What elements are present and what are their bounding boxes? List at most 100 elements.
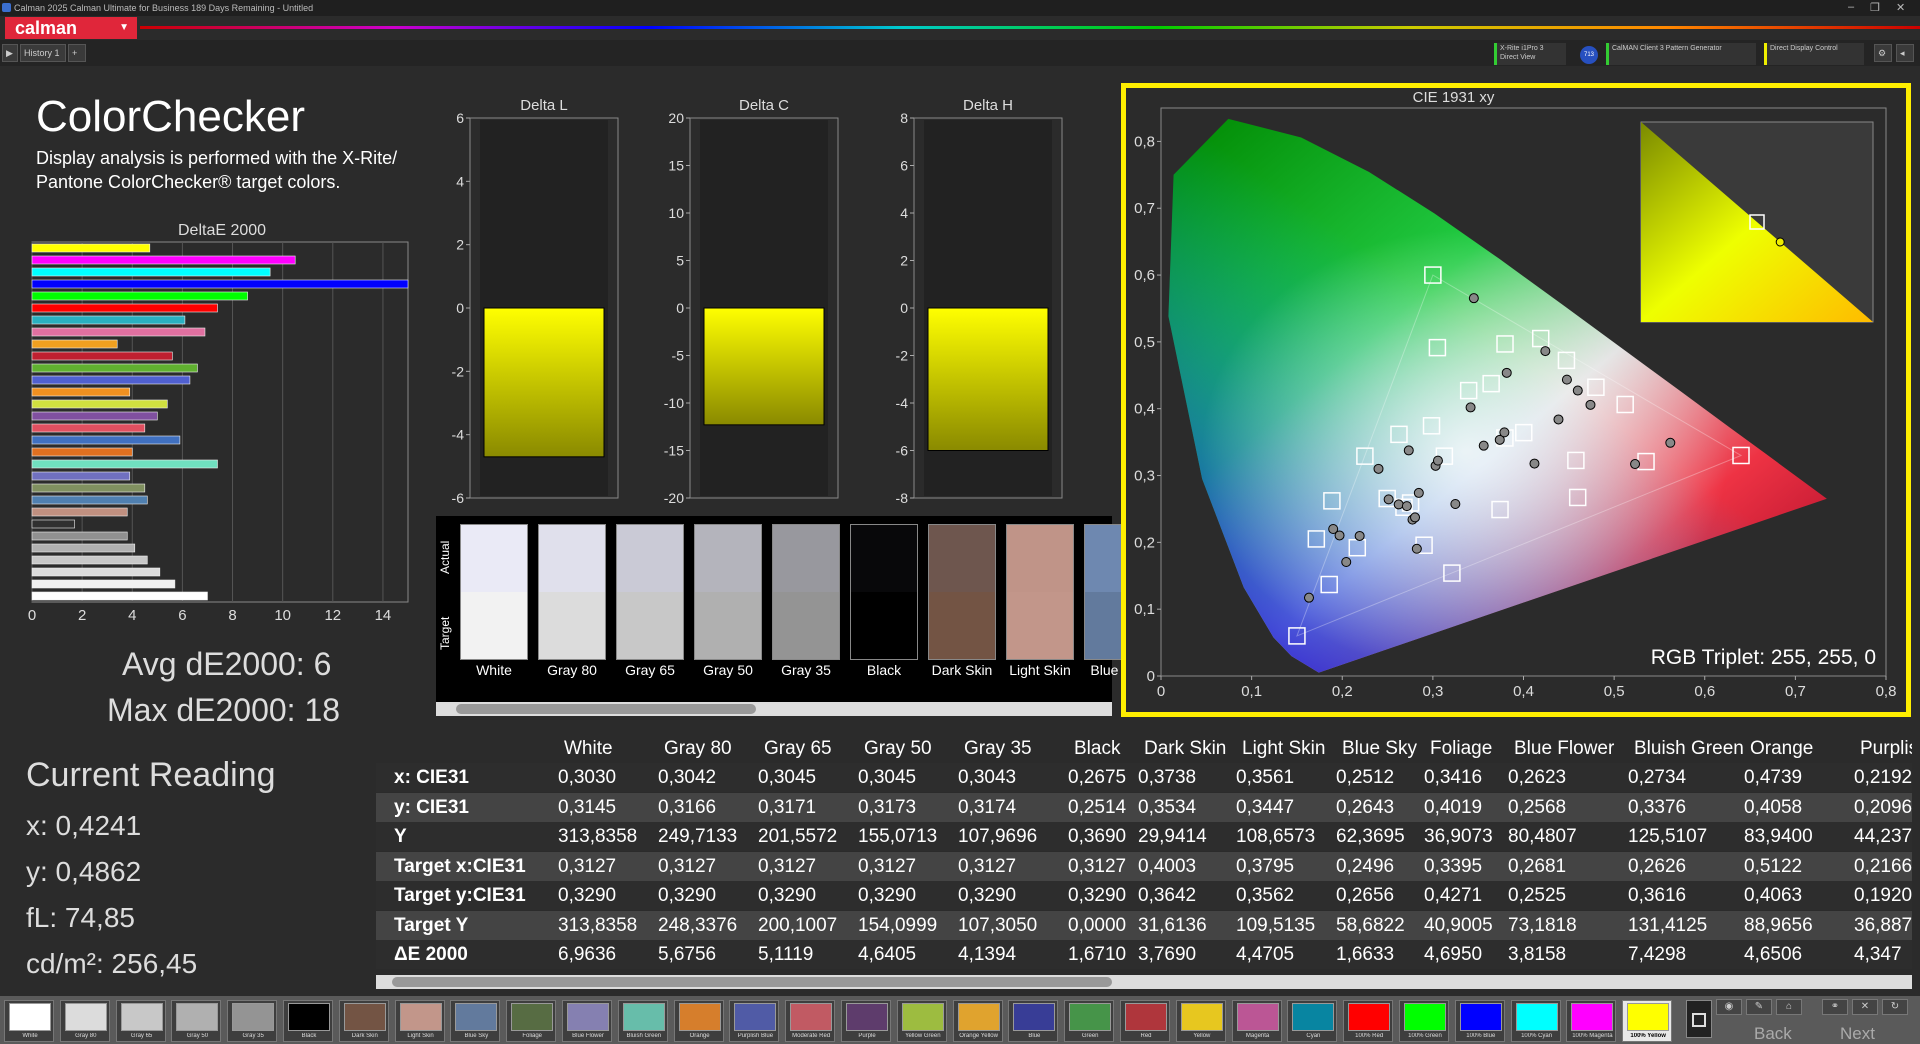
patch-color <box>232 1003 275 1031</box>
patch-button[interactable]: 100% Red <box>1343 1000 1394 1042</box>
patch-label: Moderate Red <box>792 1033 831 1039</box>
y-tick-label: 10 <box>668 205 684 221</box>
deltae-bar <box>31 447 133 457</box>
table-cell: 4,6506 <box>1744 944 1803 965</box>
table-cell: 0,2525 <box>1508 885 1567 906</box>
tools-icon[interactable]: ✎ <box>1746 999 1772 1015</box>
maximize-button[interactable]: ❐ <box>1870 1 1880 14</box>
patch-color <box>1125 1003 1167 1031</box>
patch-button[interactable]: 100% Magenta <box>1566 1000 1617 1042</box>
swatch <box>1006 524 1074 660</box>
patch-button[interactable]: Purple <box>841 1000 891 1042</box>
table-cell: 0,2568 <box>1508 796 1567 818</box>
patch-button[interactable]: Moderate Red <box>785 1000 836 1042</box>
patch-button[interactable]: 100% Cyan <box>1510 1000 1561 1042</box>
tab-history-1[interactable]: History 1 <box>20 44 66 62</box>
table-cell: 0,3290 <box>1068 885 1127 906</box>
table-cell: 0,3127 <box>758 855 817 877</box>
table-cell: 0,4739 <box>1744 767 1803 788</box>
refresh-icon[interactable]: ↻ <box>1882 999 1908 1015</box>
chart-title: Delta H <box>963 97 1013 114</box>
play-icon[interactable]: ▶ <box>2 44 18 62</box>
patch-label: Green <box>1081 1033 1099 1039</box>
patch-button[interactable]: Cyan <box>1287 1000 1338 1042</box>
next-button[interactable]: Next <box>1840 1024 1875 1044</box>
row-label: y: CIE31 <box>394 796 469 818</box>
patch-button[interactable]: Gray 50 <box>171 1000 222 1042</box>
calman-logo-menu[interactable]: calman ▼ <box>5 17 137 39</box>
table-scrollbar[interactable] <box>376 975 1912 989</box>
patch-button[interactable]: Red <box>1120 1000 1170 1042</box>
measure-icon[interactable]: ◉ <box>1716 999 1742 1015</box>
home-icon[interactable]: ⌂ <box>1776 999 1802 1015</box>
patch-label: Blue Sky <box>464 1033 489 1039</box>
deltae-bar <box>31 279 409 289</box>
table-cell: 1,6633 <box>1336 944 1395 965</box>
actual-marker <box>1501 367 1512 378</box>
deltae-bar <box>31 423 146 433</box>
reading-y: y: 0,4862 <box>26 856 142 887</box>
actual-marker <box>1572 385 1583 396</box>
patch-button[interactable]: Gray 35 <box>227 1000 278 1042</box>
patch-button[interactable]: 100% Green <box>1399 1000 1449 1042</box>
patch-button[interactable]: Green <box>1064 1000 1115 1042</box>
y-tick-label: -4 <box>452 427 465 443</box>
meter-badge-icon[interactable]: 713 <box>1580 46 1598 64</box>
table-cell: 7,4298 <box>1628 944 1687 965</box>
minimize-button[interactable]: – <box>1848 1 1854 13</box>
patch-button[interactable]: Blue Flower <box>562 1000 612 1042</box>
table-cell: 125,5107 <box>1628 826 1708 847</box>
patch-button[interactable]: Light Skin <box>394 1000 445 1042</box>
y-tick-label: -2 <box>896 348 909 364</box>
patch-button[interactable]: Dark Skin <box>338 1000 389 1042</box>
table-cell: 313,8358 <box>558 826 638 847</box>
deltae-bar <box>31 399 168 409</box>
back-button[interactable]: Back <box>1754 1024 1792 1044</box>
patch-label: Cyan <box>1306 1033 1321 1039</box>
close-button[interactable]: ✕ <box>1896 1 1905 14</box>
patch-button[interactable]: 100% Yellow <box>1622 1000 1673 1042</box>
gear-icon[interactable]: ⚙ <box>1874 44 1892 62</box>
swatch-target <box>1007 592 1073 659</box>
patch-button[interactable]: Purplish Blue <box>729 1000 780 1042</box>
link-icon[interactable]: ⚭ <box>1822 999 1848 1015</box>
swatch-scrollbar[interactable] <box>436 702 1112 716</box>
patch-button[interactable]: Black <box>283 1000 333 1042</box>
patch-button[interactable]: White <box>4 1000 54 1042</box>
table-cell: 154,0999 <box>858 914 938 936</box>
patch-color <box>790 1003 833 1031</box>
patch-button[interactable]: Yellow <box>1175 1000 1226 1042</box>
patch-button[interactable]: Bluish Green <box>617 1000 668 1042</box>
max-de2000: Max dE2000: 18 <box>107 692 341 728</box>
row-label: Target x:CIE31 <box>394 855 526 877</box>
display-control-selector[interactable]: Direct Display Control <box>1764 43 1864 65</box>
patch-button[interactable]: 100% Blue <box>1454 1000 1505 1042</box>
pattern-generator-selector[interactable]: CalMAN Client 3 Pattern Generator <box>1606 43 1756 65</box>
table-cell: 31,6136 <box>1138 914 1207 936</box>
scrollbar-thumb[interactable] <box>392 977 1112 987</box>
swatch <box>928 524 996 660</box>
swatch-label: Gray 50 <box>703 662 753 678</box>
patch-button[interactable]: Orange <box>673 1000 724 1042</box>
patch-button[interactable]: Gray 80 <box>59 1000 110 1042</box>
swatch-target <box>929 592 995 659</box>
patch-button[interactable]: Yellow Green <box>896 1000 947 1042</box>
column-header: White <box>564 738 613 759</box>
patch-button[interactable]: Orange Yellow <box>952 1000 1003 1042</box>
reading-fl: fL: 74,85 <box>26 902 135 933</box>
meter-selector[interactable]: X-Rite i1Pro 3 Direct View <box>1494 43 1566 65</box>
patch-button[interactable]: Magenta <box>1231 1000 1282 1042</box>
add-tab-button[interactable]: + <box>68 44 86 62</box>
patch-label: Blue <box>1028 1033 1041 1039</box>
chart-title: Delta C <box>739 97 789 114</box>
stop-button[interactable] <box>1686 1000 1712 1038</box>
patch-button[interactable]: Blue <box>1008 1000 1059 1042</box>
table-cell: 0,3127 <box>558 855 617 877</box>
back-arrow-icon[interactable]: ◂ <box>1896 44 1914 62</box>
cie-chart-panel: CIE 1931 xy 0 0,1 0,2 0,3 0,4 0,5 0,6 0,7 0,8 0 0,1… <box>1121 83 1911 717</box>
patch-button[interactable]: Foliage <box>506 1000 557 1042</box>
patch-button[interactable]: Gray 65 <box>115 1000 166 1042</box>
patch-button[interactable]: Blue Sky <box>450 1000 501 1042</box>
delete-icon[interactable]: ✕ <box>1852 999 1878 1015</box>
scrollbar-thumb[interactable] <box>456 704 756 714</box>
